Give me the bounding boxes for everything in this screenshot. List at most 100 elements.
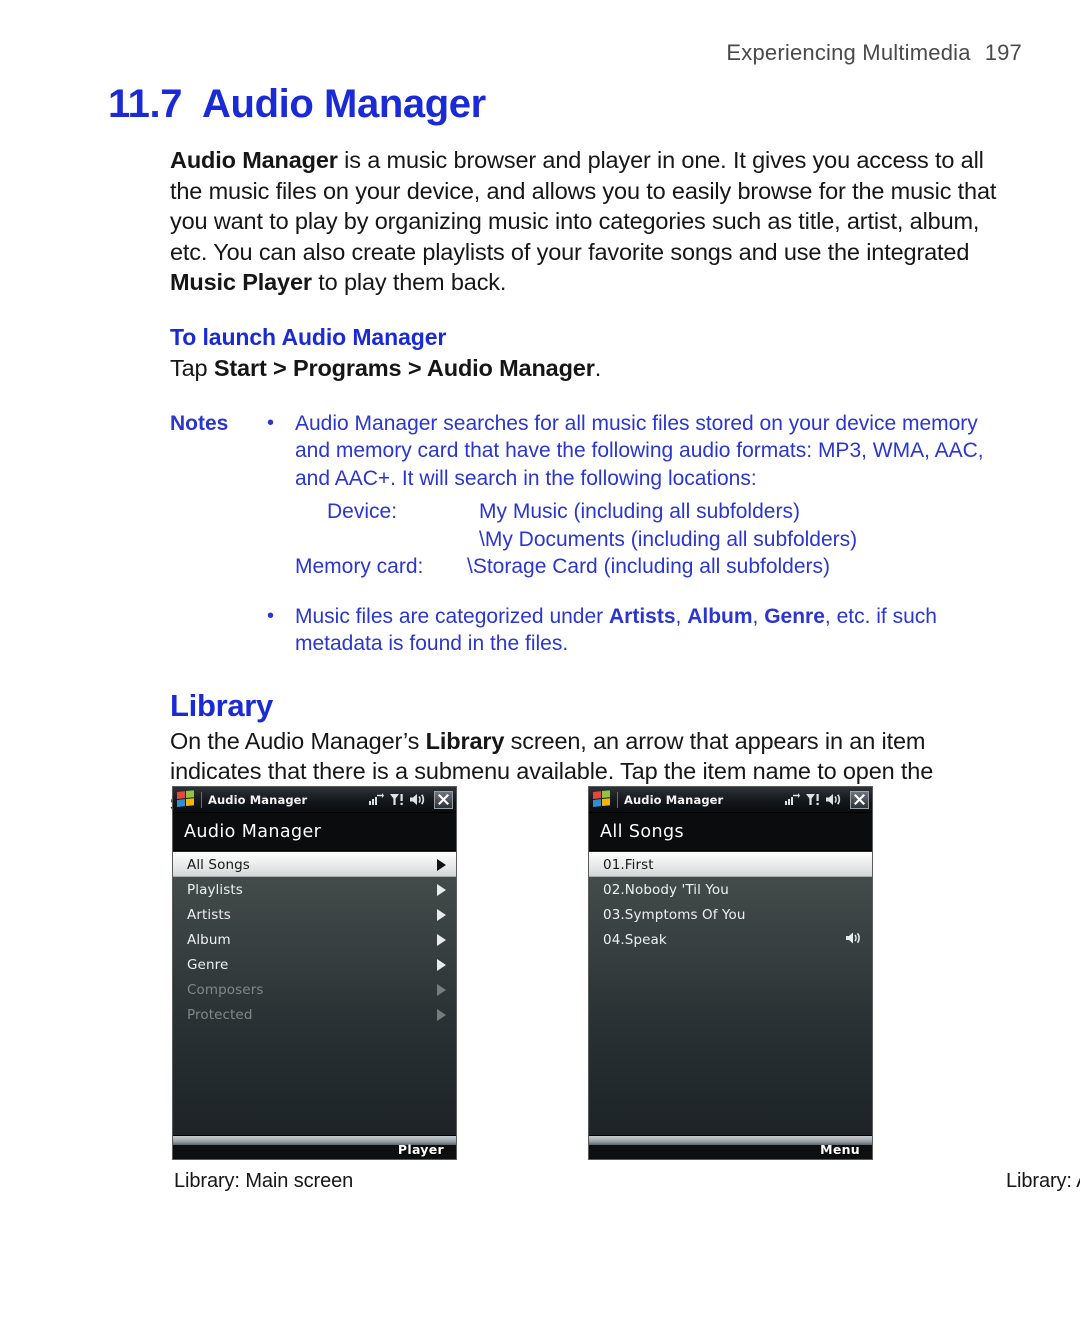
connectivity-icon[interactable]	[785, 793, 800, 806]
list-item-label: Artists	[187, 906, 231, 923]
song-title: 02.Nobody 'Til You	[603, 881, 729, 898]
list-item-genre[interactable]: Genre	[173, 952, 456, 977]
location-row-memory-card: Memory card: \Storage Card (including al…	[295, 553, 1010, 581]
location-value-storage-card: \Storage Card (including all subfolders)	[467, 555, 831, 578]
library-list: All Songs Playlists Artists Album Genre	[173, 852, 456, 1135]
song-title: 04.Speak	[603, 931, 667, 948]
library-heading: Library	[170, 687, 273, 723]
submenu-arrow-icon	[437, 858, 446, 871]
note-2-part-3: ,	[752, 604, 765, 628]
close-icon	[854, 794, 865, 805]
song-title: 03.Symptoms Of You	[603, 906, 746, 923]
screenshots-figure: Audio Manager Audio Manager All Songs Pl…	[170, 786, 1080, 1192]
titlebar-divider	[617, 791, 618, 808]
submenu-arrow-icon	[437, 883, 446, 896]
figure-caption: Library: All Songs screen	[1006, 1170, 1080, 1192]
app-header: All Songs	[589, 813, 872, 851]
signal-icon[interactable]	[390, 793, 404, 806]
location-key-device: Device:	[327, 500, 398, 523]
figure-caption: Library: Main screen	[174, 1170, 354, 1192]
list-item-composers: Composers	[173, 977, 456, 1002]
list-item-label: Playlists	[187, 881, 243, 898]
list-item-label: All Songs	[187, 856, 250, 873]
location-row-device: Device: My Music (including all subfolde…	[327, 498, 1010, 526]
soft-key-bar: Menu	[589, 1135, 872, 1159]
app-header-title: All Songs	[600, 821, 684, 842]
tap-suffix: .	[594, 354, 602, 381]
song-item-04[interactable]: 04.Speak	[589, 927, 872, 952]
submenu-arrow-icon	[437, 1008, 446, 1021]
list-item-label: Protected	[187, 1006, 253, 1023]
note-2-bold-genre: Genre	[764, 604, 825, 628]
titlebar-icons	[369, 790, 453, 809]
song-title: 01.First	[603, 856, 654, 873]
intro-text-2: to play them back.	[311, 269, 507, 295]
note-2-bold-artists: Artists	[609, 604, 676, 628]
close-button[interactable]	[434, 790, 453, 809]
list-item-playlists[interactable]: Playlists	[173, 877, 456, 902]
soft-key-bar: Player	[173, 1135, 456, 1159]
now-playing-speaker-icon	[846, 930, 861, 949]
launch-heading: To launch Audio Manager	[170, 323, 447, 350]
titlebar: Audio Manager	[173, 787, 456, 813]
page-number: 197	[984, 40, 1022, 65]
app-header: Audio Manager	[173, 813, 456, 851]
intro-bold-2: Music Player	[170, 269, 312, 295]
submenu-arrow-icon	[437, 908, 446, 921]
song-item-03[interactable]: 03.Symptoms Of You	[589, 902, 872, 927]
location-key-memory-card: Memory card:	[295, 555, 424, 578]
signal-icon[interactable]	[806, 793, 820, 806]
soft-key-player[interactable]: Player	[398, 1142, 444, 1157]
note-item: • Audio Manager searches for all music f…	[170, 410, 1010, 581]
windows-start-icon[interactable]	[593, 790, 612, 809]
note-2-bold-album: Album	[687, 604, 753, 628]
device-screen: Audio Manager	[172, 786, 457, 1160]
location-value-my-documents: \My Documents (including all subfolders)	[479, 527, 858, 551]
titlebar: Audio Manager	[589, 787, 872, 813]
content-column: Audio Manager is a music browser and pla…	[170, 145, 1010, 817]
song-list: 01.First 02.Nobody 'Til You 03.Symptoms …	[589, 852, 872, 1135]
list-item-album[interactable]: Album	[173, 927, 456, 952]
device-screen: Audio Manager	[588, 786, 873, 1160]
list-item-all-songs[interactable]: All Songs	[173, 852, 456, 877]
note-2-part-2: ,	[675, 604, 688, 628]
section-number: 11.7	[108, 82, 183, 126]
titlebar-icons	[785, 790, 869, 809]
screenshot-all-songs-screen: Audio Manager All Songs 01.First 02.Nobo…	[588, 786, 1080, 1192]
section-title-text: Audio Manager	[202, 82, 486, 126]
running-head-text: Experiencing Multimedia	[726, 40, 971, 65]
running-header: Experiencing Multimedia 197	[726, 40, 1022, 66]
bullet-icon: •	[267, 604, 275, 627]
screenshot-main-screen: Audio Manager Audio Manager All Songs Pl…	[172, 786, 457, 1192]
windows-start-icon[interactable]	[177, 790, 196, 809]
titlebar-title: Audio Manager	[624, 792, 724, 807]
soft-key-menu[interactable]: Menu	[820, 1142, 860, 1157]
connectivity-icon[interactable]	[369, 793, 384, 806]
volume-icon[interactable]	[410, 793, 425, 806]
list-item-artists[interactable]: Artists	[173, 902, 456, 927]
intro-lead-bold: Audio Manager	[170, 147, 338, 173]
song-item-01[interactable]: 01.First	[589, 852, 872, 877]
location-value-my-music: My Music (including all subfolders)	[479, 500, 800, 523]
library-para-bold: Library	[425, 727, 505, 754]
notes-block: Notes • Audio Manager searches for all m…	[170, 410, 1010, 658]
note-2-part-1: Music files are categorized under	[295, 604, 609, 628]
note-1-text: Audio Manager searches for all music fil…	[295, 411, 984, 490]
library-para-1: On the Audio Manager’s	[170, 727, 426, 754]
search-locations: Device: My Music (including all subfolde…	[295, 498, 1010, 581]
song-item-02[interactable]: 02.Nobody 'Til You	[589, 877, 872, 902]
note-item: • Music files are categorized under Arti…	[170, 603, 1010, 658]
submenu-arrow-icon	[437, 983, 446, 996]
tap-prefix: Tap	[170, 354, 214, 381]
close-icon	[438, 794, 449, 805]
bullet-icon: •	[267, 411, 275, 434]
note-2-text: Music files are categorized under Artist…	[295, 603, 1010, 658]
submenu-arrow-icon	[437, 958, 446, 971]
titlebar-divider	[201, 791, 202, 808]
close-button[interactable]	[850, 790, 869, 809]
list-item-label: Genre	[187, 956, 229, 973]
titlebar-title: Audio Manager	[208, 792, 308, 807]
app-header-title: Audio Manager	[184, 821, 322, 842]
volume-icon[interactable]	[826, 793, 841, 806]
list-item-label: Composers	[187, 981, 264, 998]
